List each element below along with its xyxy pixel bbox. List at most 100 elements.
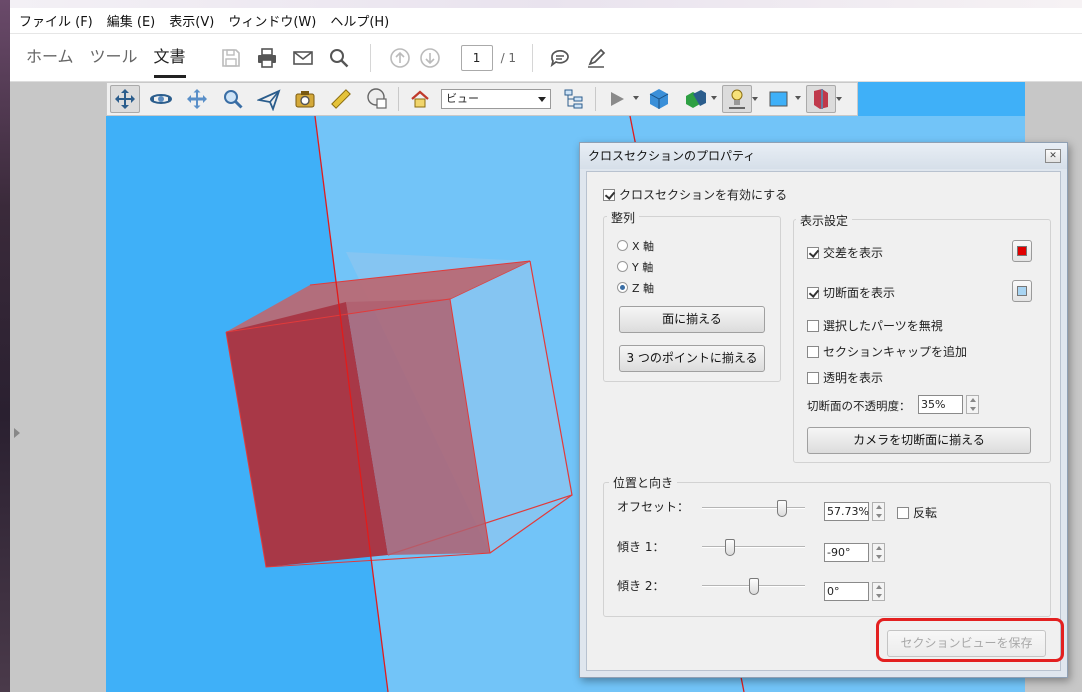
checkbox-box[interactable] (807, 346, 819, 358)
toolbar-divider (532, 43, 534, 72)
align-group-title: 整列 (607, 209, 640, 226)
spin-tool-icon[interactable] (146, 85, 176, 113)
show-transparency-label: 透明を表示 (823, 371, 884, 385)
background-color-icon[interactable] (764, 85, 801, 113)
radio-y-axis[interactable]: Y 軸 (617, 259, 653, 275)
previous-page-icon[interactable] (383, 41, 417, 75)
walk-fly-tool-icon[interactable] (254, 85, 284, 113)
show-transparency-checkbox[interactable]: 透明を表示 (807, 369, 883, 386)
intersection-color-button[interactable] (1012, 240, 1032, 262)
show-intersection-label: 交差を表示 (823, 246, 884, 260)
tilt1-spinner[interactable] (872, 543, 885, 562)
cut-plane-opacity-label: 切断面の不透明度： (807, 399, 911, 413)
next-page-icon[interactable] (413, 41, 447, 75)
menu-edit[interactable]: 編集 (E) (100, 11, 163, 30)
offset-slider-thumb[interactable] (777, 500, 788, 517)
enable-cross-section-checkbox[interactable]: クロスセクションを有効にする (603, 186, 787, 203)
tilt2-spinner[interactable] (872, 582, 885, 601)
checkbox-box[interactable] (897, 507, 909, 519)
ignore-selected-parts-checkbox[interactable]: 選択したパーツを無視 (807, 317, 943, 334)
flip-label: 反転 (913, 506, 938, 520)
radio-z-axis[interactable]: Z 軸 (617, 280, 654, 296)
tab-document[interactable]: 文書 (146, 34, 194, 82)
play-animation-icon[interactable] (602, 85, 639, 113)
radio-circle[interactable] (617, 240, 628, 251)
pan-tool-icon[interactable] (182, 85, 212, 113)
checkbox-box[interactable] (603, 189, 615, 201)
ignore-selected-label: 選択したパーツを無視 (823, 319, 943, 333)
tilt2-label: 傾き 2： (617, 579, 665, 593)
menu-help[interactable]: ヘルプ(H) (323, 11, 396, 30)
rotate-tool-icon[interactable] (110, 85, 140, 113)
enable-cross-section-label: クロスセクションを有効にする (619, 188, 788, 202)
radio-circle[interactable] (617, 261, 628, 272)
checkbox-box[interactable] (807, 247, 819, 259)
cut-plane-color-button[interactable] (1012, 280, 1032, 302)
camera-properties-icon[interactable] (290, 85, 320, 113)
dialog-body: クロスセクションを有効にする 整列 X 軸 Y 軸 Z 軸 面に揃える 3 つの… (586, 171, 1061, 671)
offset-input[interactable]: 57.73% (824, 502, 869, 521)
main-toolbar: ホーム ツール 文書 1 / 1 (10, 34, 1082, 82)
menu-file[interactable]: ファイル (F) (10, 11, 100, 30)
tilt2-slider-thumb[interactable] (748, 578, 759, 595)
align-to-three-points-button[interactable]: 3 つのポイントに揃える (619, 345, 765, 372)
mail-icon[interactable] (286, 41, 320, 75)
cut-plane-opacity-input[interactable]: 35% (918, 395, 963, 414)
window-top-edge (10, 0, 1082, 8)
sign-pen-icon[interactable] (579, 41, 613, 75)
tilt1-input[interactable]: -90° (824, 543, 869, 562)
default-view-home-icon[interactable] (405, 85, 435, 113)
show-cut-plane-checkbox[interactable]: 切断面を表示 (807, 284, 895, 301)
projection-cube-icon[interactable] (644, 85, 674, 113)
flip-checkbox[interactable]: 反転 (897, 504, 937, 521)
cross-section-toggle-icon[interactable] (806, 85, 842, 113)
tilt1-slider-track[interactable] (702, 546, 805, 548)
offset-spinner[interactable] (872, 502, 885, 521)
save-button-highlight-annotation (876, 618, 1064, 662)
page-number-input[interactable]: 1 (460, 44, 493, 71)
3d-comment-icon[interactable] (362, 85, 392, 113)
cut-plane-color-swatch (1017, 286, 1027, 296)
show-intersection-checkbox[interactable]: 交差を表示 (807, 244, 883, 261)
checkbox-box[interactable] (807, 320, 819, 332)
opacity-spinner[interactable] (966, 395, 979, 414)
dialog-close-button[interactable]: ✕ (1045, 149, 1061, 163)
align-camera-to-cut-plane-button[interactable]: カメラを切断面に揃える (807, 427, 1031, 454)
panel-expand-arrow-icon[interactable] (14, 428, 20, 438)
menu-view[interactable]: 表示(V) (162, 11, 221, 30)
position-orientation-title: 位置と向き (609, 474, 678, 491)
add-section-cap-checkbox[interactable]: セクションキャップを追加 (807, 343, 967, 360)
toolbar-divider (595, 87, 596, 111)
tilt2-input[interactable]: 0° (824, 582, 869, 601)
save-icon[interactable] (214, 41, 248, 75)
zoom-tool-icon[interactable] (218, 85, 248, 113)
checkbox-box[interactable] (807, 287, 819, 299)
tilt1-slider-thumb[interactable] (724, 539, 735, 556)
cross-section-properties-dialog: クロスセクションのプロパティ ✕ クロスセクションを有効にする 整列 X 軸 Y… (579, 142, 1068, 678)
menu-bar: ファイル (F) 編集 (E) 表示(V) ウィンドウ(W) ヘルプ(H) (10, 8, 1082, 34)
render-mode-icon[interactable] (680, 85, 717, 113)
search-icon[interactable] (322, 41, 356, 75)
comment-icon[interactable] (543, 41, 577, 75)
toolbar-divider (398, 87, 399, 111)
checkbox-box[interactable] (807, 372, 819, 384)
show-cut-plane-label: 切断面を表示 (823, 286, 896, 300)
model-tree-icon[interactable] (559, 85, 589, 113)
left-edge (0, 0, 10, 692)
toolbar-divider (369, 43, 371, 72)
radio-x-axis[interactable]: X 軸 (617, 238, 654, 254)
radio-circle-selected[interactable] (617, 282, 628, 293)
print-icon[interactable] (250, 41, 284, 75)
lighting-icon[interactable] (722, 85, 758, 113)
page-total: / 1 (500, 50, 517, 65)
measure-tool-icon[interactable] (326, 85, 356, 113)
tab-tools[interactable]: ツール (82, 34, 146, 82)
menu-window[interactable]: ウィンドウ(W) (221, 11, 323, 30)
radio-y-label: Y 軸 (632, 261, 654, 274)
view-select[interactable]: ビュー (441, 89, 551, 109)
tab-home[interactable]: ホーム (18, 34, 82, 82)
intersection-color-swatch (1017, 246, 1027, 256)
align-to-face-button[interactable]: 面に揃える (619, 306, 765, 333)
offset-slider-track[interactable] (702, 507, 805, 509)
radio-x-label: X 軸 (632, 240, 655, 253)
